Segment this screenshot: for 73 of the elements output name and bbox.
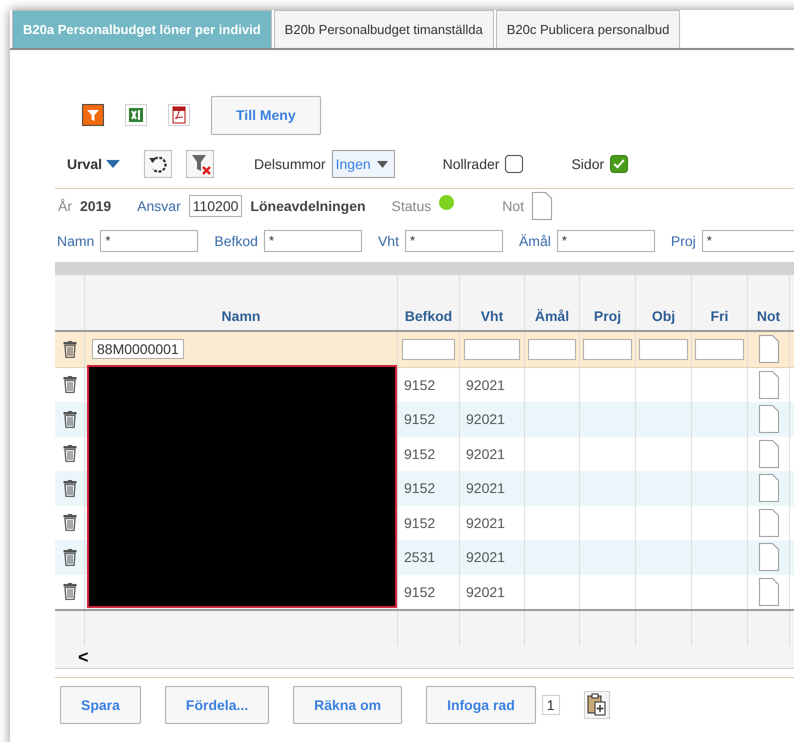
refresh-icon[interactable] — [144, 150, 172, 178]
cell-input[interactable] — [402, 338, 456, 360]
pdf-icon[interactable] — [168, 104, 190, 126]
search-label: Ämål — [518, 233, 551, 249]
year-value: 2019 — [80, 198, 112, 214]
trash-icon[interactable] — [62, 583, 76, 600]
nollrader-checkbox[interactable] — [505, 155, 524, 173]
action-button[interactable]: Spara — [60, 686, 141, 724]
trash-icon[interactable] — [62, 376, 76, 394]
note-icon[interactable] — [532, 192, 552, 220]
year-label: År — [58, 198, 72, 214]
action-button[interactable]: Fördela... — [164, 686, 270, 724]
note-icon[interactable] — [758, 543, 778, 572]
column-header: Not — [748, 275, 790, 330]
note-icon[interactable] — [758, 405, 778, 434]
note-icon[interactable] — [758, 440, 778, 468]
search-field[interactable]: * — [702, 230, 794, 252]
note-icon[interactable] — [758, 508, 778, 537]
tab[interactable]: B20c Publicera personalbud — [496, 10, 680, 48]
trash-icon[interactable] — [62, 410, 76, 428]
not-label: Not — [502, 198, 524, 214]
trash-icon[interactable] — [62, 514, 76, 532]
urval-dropdown[interactable]: Urval — [67, 156, 120, 172]
caret-icon — [376, 160, 388, 168]
note-icon[interactable] — [758, 578, 778, 606]
note-icon[interactable] — [758, 474, 778, 502]
trash-icon[interactable] — [62, 445, 76, 462]
column-header: Vht — [460, 275, 525, 330]
filter-icon[interactable] — [82, 104, 104, 126]
column-header: Befkod — [398, 275, 460, 330]
nollrader-label: Nollrader — [442, 156, 500, 172]
status-label: Status — [392, 198, 432, 214]
till-meny-button[interactable]: Till Meny — [211, 96, 321, 134]
scroll-left-arrow[interactable]: < — [78, 646, 89, 668]
search-label: Befkod — [214, 233, 258, 249]
search-field[interactable]: * — [404, 230, 503, 252]
search-field[interactable]: * — [100, 230, 198, 252]
ansvar-name: Löneavdelningen — [250, 198, 366, 214]
paste-icon[interactable] — [584, 691, 610, 719]
row-count-field[interactable]: 1 — [542, 695, 560, 715]
cell-input[interactable] — [583, 338, 632, 360]
note-icon[interactable] — [758, 370, 778, 399]
name-input[interactable]: 88M0000001 — [92, 339, 184, 360]
search-label: Namn — [57, 233, 94, 249]
column-header: Proj — [580, 275, 636, 330]
search-label: Proj — [670, 233, 696, 249]
trash-icon[interactable] — [62, 548, 76, 566]
column-header: Fri — [692, 275, 748, 330]
column-header: Namn — [85, 275, 398, 330]
column-header: Obj — [636, 275, 692, 330]
column-header: Ämål — [525, 275, 580, 330]
cell-input[interactable] — [528, 338, 576, 360]
search-field[interactable]: * — [264, 230, 362, 252]
trash-icon[interactable] — [62, 480, 76, 497]
clear-filter-icon[interactable] — [186, 150, 214, 178]
tab[interactable]: B20b Personalbudget timanställda — [274, 10, 494, 48]
excel-icon[interactable] — [125, 104, 147, 126]
note-icon[interactable] — [758, 335, 778, 364]
delsummor-select[interactable]: Ingen — [332, 150, 395, 178]
action-button[interactable]: Infoga rad — [426, 686, 536, 724]
cell-input[interactable] — [695, 338, 744, 360]
cell-input[interactable] — [639, 338, 688, 360]
search-label: Vht — [378, 233, 399, 249]
sidor-checkbox[interactable] — [610, 155, 628, 173]
delsummor-label: Delsummor — [254, 156, 326, 172]
trash-icon[interactable] — [62, 340, 76, 358]
ansvar-label: Ansvar — [137, 198, 181, 214]
sidor-label: Sidor — [571, 156, 604, 172]
action-button[interactable]: Räkna om — [293, 686, 402, 724]
ansvar-field[interactable]: 110200 — [188, 195, 242, 217]
caret-icon — [106, 160, 120, 168]
cell-input[interactable] — [464, 338, 520, 360]
search-field[interactable]: * — [556, 230, 655, 252]
